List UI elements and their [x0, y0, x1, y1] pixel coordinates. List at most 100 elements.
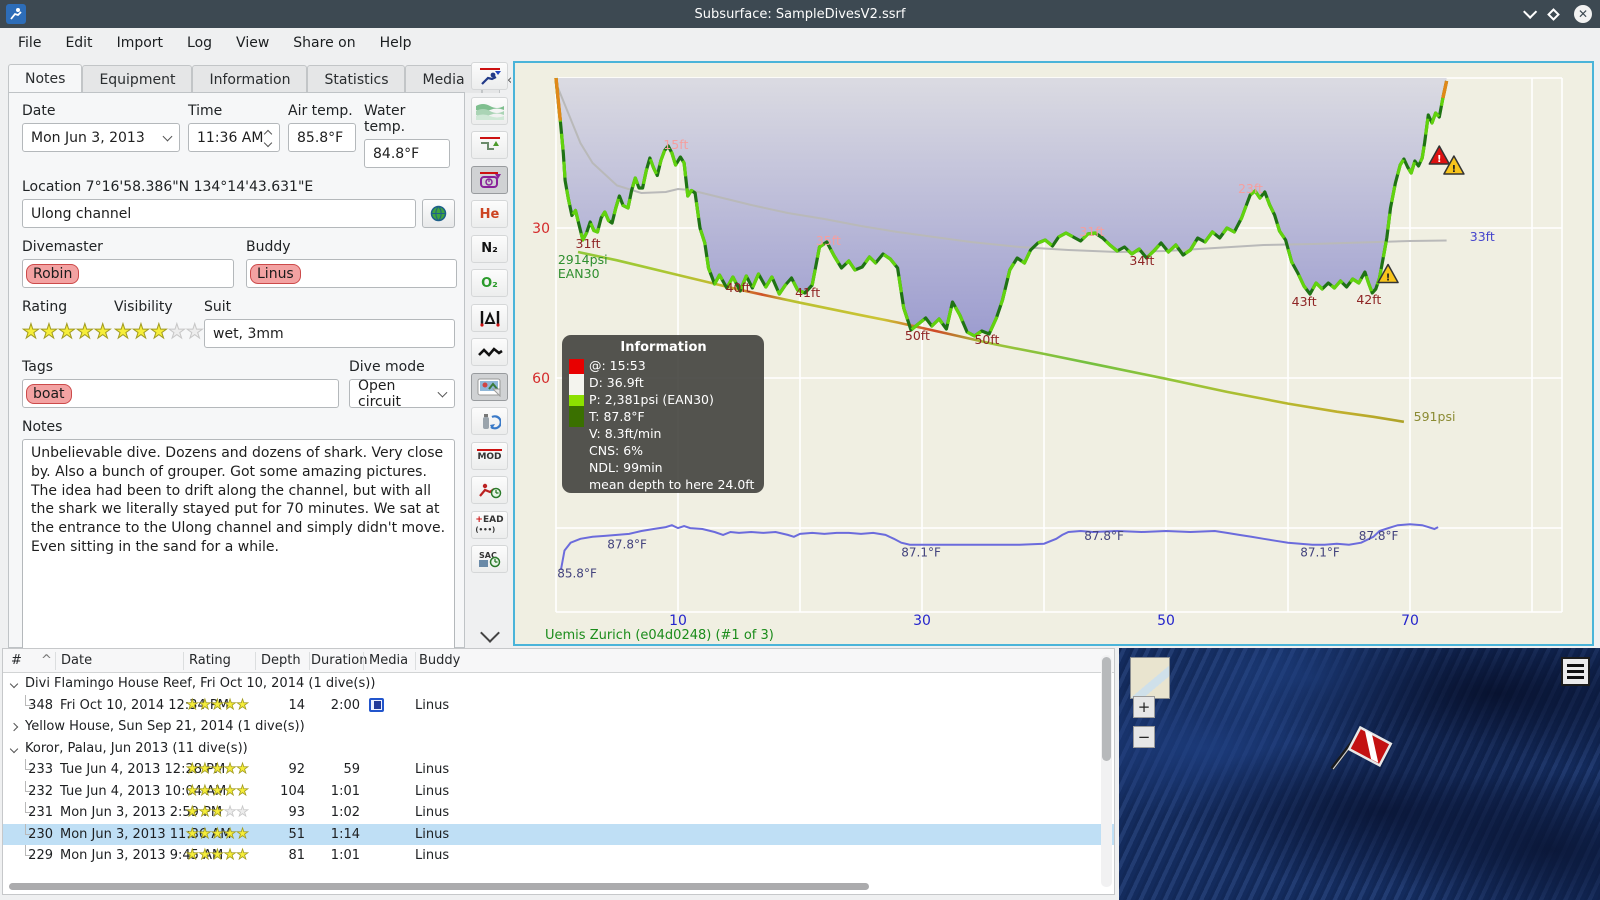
- dive-row-232[interactable]: 232 Tue Jun 4, 2013 10:04 AM ★★★★★ 104 1:01 L…: [3, 780, 1114, 803]
- ndl-tts-button[interactable]: [471, 476, 508, 504]
- trip-title: Divi Flamingo House Reef, Fri Oct 10, 20…: [25, 676, 376, 691]
- watertemp-field[interactable]: 84.8°F: [364, 139, 450, 168]
- menu-item-help[interactable]: Help: [368, 31, 424, 55]
- column-header-date[interactable]: Date: [61, 653, 92, 668]
- svg-text:85.8°F: 85.8°F: [557, 566, 597, 580]
- mod-button[interactable]: MOD: [471, 441, 508, 470]
- dive-row-231[interactable]: 231 Mon Jun 3, 2013 2:59 PM ★★★★★ 93 1:02 Lin…: [3, 802, 1114, 824]
- svg-text:87.8°F: 87.8°F: [1359, 529, 1399, 543]
- trip-row[interactable]: Koror, Palau, Jun 2013 (11 dive(s)): [3, 738, 1114, 760]
- tab-equipment[interactable]: Equipment: [82, 65, 193, 93]
- collapse-icon[interactable]: [9, 679, 19, 689]
- dive-row-230[interactable]: 230 Mon Jun 3, 2013 11:36 AM ★★★★★ 51 1:14 Li…: [3, 823, 1114, 845]
- map-menu-button[interactable]: [1561, 657, 1590, 686]
- trip-row[interactable]: Divi Flamingo House Reef, Fri Oct 10, 20…: [3, 673, 1114, 695]
- svg-text:!: !: [1386, 273, 1391, 284]
- star-icon: ★: [186, 804, 199, 821]
- tab-notes[interactable]: Notes: [8, 64, 83, 93]
- svg-text:10: 10: [669, 613, 687, 629]
- svg-text:35ft: 35ft: [816, 233, 841, 248]
- divemaster-field[interactable]: Robin: [22, 259, 234, 288]
- star-icon: ★: [198, 761, 212, 778]
- notes-textarea[interactable]: Unbelievable dive. Dozens and dozens of …: [22, 439, 455, 663]
- divelist-vertical-scrollbar[interactable]: [1101, 655, 1112, 887]
- tags-field[interactable]: boat: [22, 379, 339, 408]
- suit-field[interactable]: wet, 3mm: [204, 319, 455, 348]
- overview-map[interactable]: [1130, 657, 1170, 699]
- column-header-duration[interactable]: Duration: [311, 653, 367, 668]
- column-header-num[interactable]: #: [11, 653, 22, 668]
- star-icon: ★: [211, 782, 224, 799]
- buddy-tag[interactable]: Linus: [250, 263, 301, 284]
- menu-item-view[interactable]: View: [224, 31, 281, 55]
- airtemp-field[interactable]: 85.8°F: [288, 123, 356, 152]
- divemode-select[interactable]: Open circuit: [349, 378, 455, 410]
- divemode-label: Dive mode: [349, 359, 425, 375]
- time-spinner[interactable]: 11:36 AM: [188, 123, 280, 152]
- spinner-arrows-icon[interactable]: [263, 128, 273, 148]
- dive-row-233[interactable]: 233 Tue Jun 4, 2013 12:28 PM ★★★★★ 92 59 Linu…: [3, 759, 1114, 781]
- close-icon[interactable]: ✕: [1574, 5, 1592, 23]
- trip-row[interactable]: Yellow House, Sun Sep 21, 2014 (1 dive(s…: [3, 716, 1114, 738]
- date-select[interactable]: Mon Jun 3, 2013: [22, 123, 180, 152]
- dive-depth: 104: [280, 783, 305, 799]
- tag-boat[interactable]: boat: [26, 383, 72, 404]
- svg-text:Uemis Zurich (e04d0248) (#1 of: Uemis Zurich (e04d0248) (#1 of 3): [545, 628, 774, 643]
- dive-depth: 93: [288, 805, 305, 820]
- calculated-ceiling-button[interactable]: [471, 131, 508, 159]
- svg-text:15ft: 15ft: [663, 137, 688, 152]
- toolbar-scroll-down-icon[interactable]: [479, 623, 500, 643]
- menu-item-log[interactable]: Log: [175, 31, 224, 55]
- ead-button[interactable]: +EAD (•••): [471, 510, 508, 539]
- star-icon: ★: [223, 782, 237, 799]
- menu-item-file[interactable]: File: [6, 31, 53, 55]
- dive-row-348[interactable]: 348 Fri Oct 10, 2014 12:34 PM ★★★★★ 14 2:00 L…: [3, 694, 1114, 717]
- dive-buddy: Linus: [415, 848, 450, 863]
- collapse-icon[interactable]: [9, 744, 19, 753]
- tab-information[interactable]: Information: [192, 65, 308, 93]
- pp-nitrogen-button[interactable]: N₂: [471, 234, 508, 263]
- tank-bar-button[interactable]: [471, 407, 508, 435]
- media-icon[interactable]: [369, 698, 384, 712]
- gas-pressure-button[interactable]: [471, 303, 508, 332]
- visibility-stars[interactable]: ★★★★★: [114, 319, 205, 344]
- dive-profile-chart[interactable]: 30 60 10 30 50 70 15ft 31ft 2914psi EAN30 40ft 41ft…: [513, 61, 1594, 646]
- column-header-depth[interactable]: Depth: [261, 653, 301, 668]
- dive-computer-button[interactable]: [471, 165, 508, 194]
- map-zoom-out-button[interactable]: −: [1133, 726, 1155, 748]
- divelist-horizontal-scrollbar[interactable]: [7, 882, 1092, 891]
- sac-button[interactable]: SAC: [471, 545, 508, 573]
- svg-text:2914psi: 2914psi: [558, 252, 608, 267]
- location-field[interactable]: Ulong channel: [22, 199, 416, 228]
- expand-icon[interactable]: [9, 722, 19, 732]
- column-header-buddy[interactable]: Buddy: [419, 653, 460, 668]
- dive-number: 233: [28, 762, 53, 777]
- globe-button[interactable]: [422, 199, 455, 228]
- dive-site-map[interactable]: + −: [1119, 648, 1600, 900]
- star-icon: ★: [211, 804, 224, 821]
- photos-button[interactable]: [471, 372, 508, 401]
- map-zoom-in-button[interactable]: +: [1133, 696, 1155, 718]
- heart-rate-button[interactable]: [471, 338, 508, 366]
- dive-flag-marker[interactable]: [1324, 720, 1404, 790]
- dive-row-229[interactable]: 229 Mon Jun 3, 2013 9:45 AM ★★★★★ 81 1:01 Lin…: [3, 845, 1114, 867]
- dive-rating: ★★★★★: [186, 695, 250, 717]
- dive-number: 348: [28, 697, 53, 713]
- column-header-media[interactable]: Media: [369, 653, 408, 668]
- pp-helium-button[interactable]: He: [471, 200, 508, 228]
- menu-item-edit[interactable]: Edit: [53, 31, 104, 55]
- column-header-rating[interactable]: Rating: [189, 653, 231, 668]
- star-icon: ★: [223, 804, 237, 821]
- star-icon: ★: [57, 319, 76, 344]
- tab-statistics[interactable]: Statistics: [307, 65, 406, 93]
- pp-oxygen-button[interactable]: O₂: [471, 269, 508, 297]
- menu-item-share-on[interactable]: Share on: [281, 31, 367, 55]
- ceiling-waves-button[interactable]: [471, 96, 508, 125]
- buddy-field[interactable]: Linus: [246, 259, 457, 288]
- maximize-icon[interactable]: [1547, 7, 1560, 21]
- minimize-icon[interactable]: [1523, 4, 1538, 19]
- dc-diver-button[interactable]: [471, 62, 508, 90]
- divemaster-tag[interactable]: Robin: [26, 263, 80, 284]
- menu-item-import[interactable]: Import: [105, 31, 175, 55]
- rating-stars[interactable]: ★★★★★: [22, 319, 114, 344]
